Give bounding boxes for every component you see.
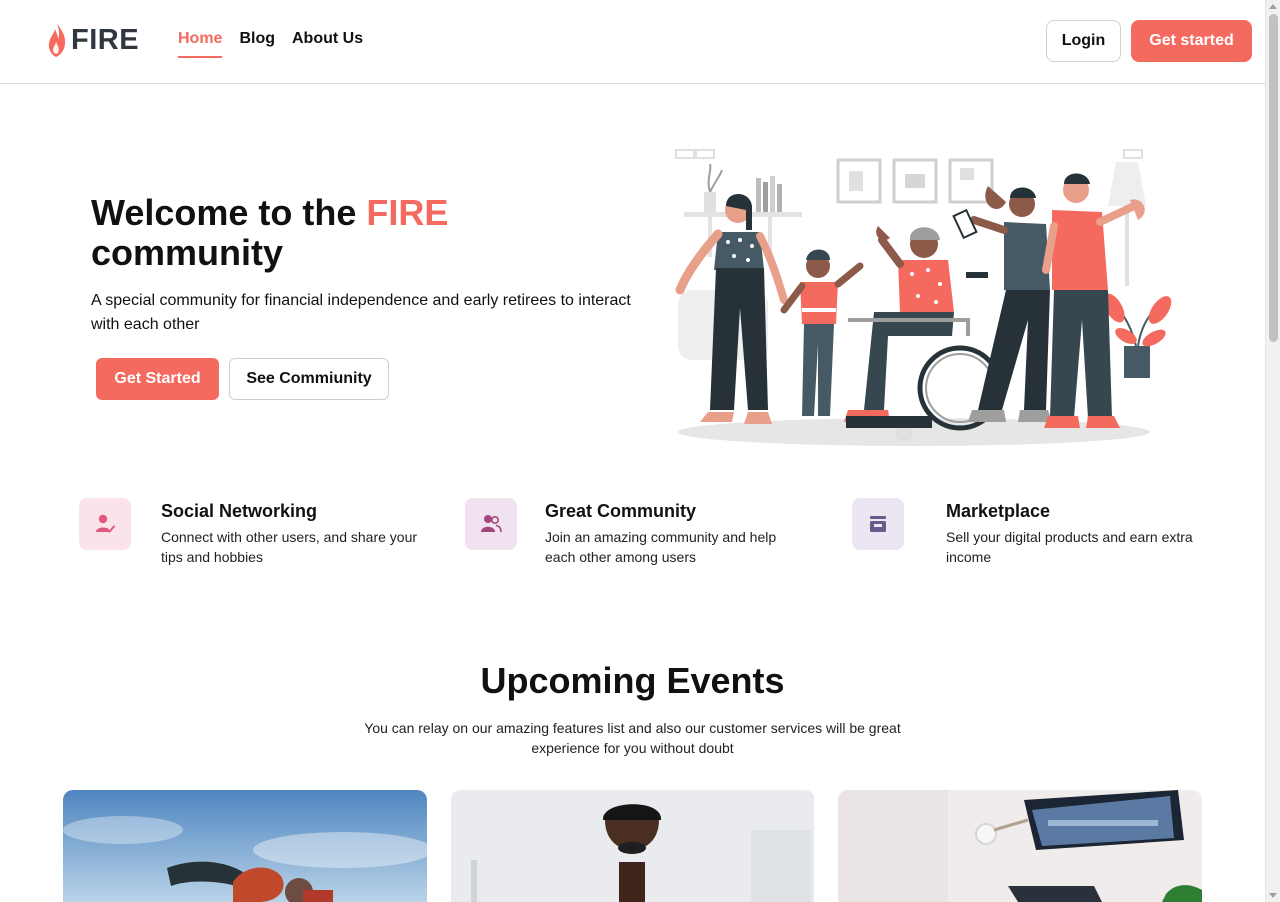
events-subtitle: You can relay on our amazing features li… bbox=[364, 720, 901, 756]
hero-subtitle: A special community for financial indepe… bbox=[91, 292, 631, 333]
feature-icon-box bbox=[465, 498, 517, 550]
feature-icon-box bbox=[852, 498, 904, 550]
feature-description: Connect with other users, and share your… bbox=[161, 529, 418, 565]
nav-blog[interactable]: Blog bbox=[239, 30, 275, 58]
event-card[interactable] bbox=[838, 790, 1202, 902]
feature-icon-box bbox=[79, 498, 131, 550]
laptop-desk-photo bbox=[838, 790, 1202, 902]
login-button[interactable]: Login bbox=[1046, 20, 1121, 62]
feature-description: Join an amazing community and help each … bbox=[545, 529, 777, 565]
see-community-button[interactable]: See Commiunity bbox=[229, 358, 389, 400]
get-started-header-button[interactable]: Get started bbox=[1131, 20, 1252, 62]
logo-text: FIRE bbox=[71, 23, 140, 56]
main-nav: Home Blog About Us bbox=[178, 30, 363, 58]
vertical-scrollbar[interactable] bbox=[1265, 0, 1280, 902]
man-portrait-photo bbox=[451, 790, 814, 902]
feature-title: Social Networking bbox=[161, 501, 318, 521]
flame-icon bbox=[48, 23, 66, 57]
feature-description: Sell your digital products and earn extr… bbox=[946, 529, 1193, 565]
event-card[interactable] bbox=[63, 790, 427, 902]
feature-title: Great Community bbox=[545, 501, 697, 521]
feature-title: Marketplace bbox=[946, 501, 1051, 521]
store-icon bbox=[870, 516, 886, 532]
top-navbar: FIRE Home Blog About Us Login Get starte… bbox=[0, 0, 1265, 84]
hero-title-accent: FIRE bbox=[366, 192, 449, 233]
scroll-up-arrow-icon[interactable] bbox=[1269, 4, 1277, 9]
outdoor-people-photo bbox=[63, 790, 427, 902]
nav-about-us[interactable]: About Us bbox=[292, 30, 363, 58]
hero-title: Welcome to the FIRE community bbox=[91, 193, 651, 273]
hero-title-prefix: Welcome to the bbox=[91, 192, 367, 233]
event-card[interactable] bbox=[451, 790, 815, 902]
hero-title-suffix: community bbox=[91, 232, 284, 273]
scroll-down-arrow-icon[interactable] bbox=[1269, 893, 1277, 898]
page: FIRE Home Blog About Us Login Get starte… bbox=[0, 0, 1265, 902]
logo[interactable]: FIRE bbox=[47, 22, 139, 58]
nav-home[interactable]: Home bbox=[178, 30, 223, 58]
hero-get-started-button[interactable]: Get Started bbox=[96, 358, 219, 400]
user-check-icon bbox=[96, 514, 115, 533]
community-illustration bbox=[675, 149, 1172, 446]
users-icon bbox=[481, 515, 502, 533]
scrollbar-thumb[interactable] bbox=[1269, 14, 1278, 342]
events-title: Upcoming Events bbox=[480, 660, 785, 701]
